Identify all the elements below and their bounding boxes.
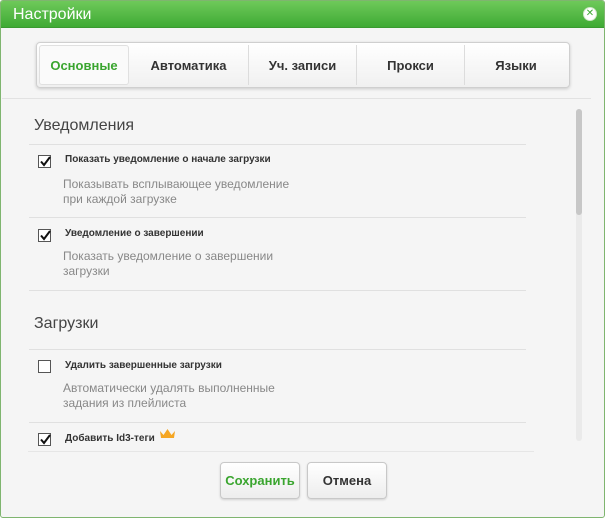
divider xyxy=(29,217,526,218)
window-title: Настройки xyxy=(13,6,92,23)
checkbox-notify-start[interactable] xyxy=(38,155,51,168)
tab-accounts[interactable]: Уч. записи xyxy=(249,45,357,85)
checkmark-icon xyxy=(40,156,51,167)
option-description: Показать уведомление о завершении загруз… xyxy=(63,249,274,278)
checkbox-remove-completed[interactable] xyxy=(38,360,51,373)
tab-bar: Основные Автоматика Уч. записи Прокси Яз… xyxy=(36,42,570,88)
option-label: Показать уведомление о начале загрузки xyxy=(65,154,271,165)
divider xyxy=(29,422,526,423)
close-button[interactable]: ✕ xyxy=(583,7,597,21)
title-bar[interactable]: Настройки ✕ xyxy=(1,1,604,28)
tab-general[interactable]: Основные xyxy=(39,45,129,85)
checkmark-icon xyxy=(40,230,51,241)
footer-divider xyxy=(28,451,534,452)
scrollbar-thumb[interactable] xyxy=(576,109,582,215)
divider xyxy=(29,144,526,145)
checkbox-notify-complete[interactable] xyxy=(38,229,51,242)
tab-proxy[interactable]: Прокси xyxy=(357,45,465,85)
checkbox-add-id3-tags[interactable] xyxy=(38,433,51,446)
tab-languages[interactable]: Языки xyxy=(465,45,567,85)
cancel-button[interactable]: Отмена xyxy=(307,462,387,499)
section-title-downloads: Загрузки xyxy=(34,315,99,332)
option-label: Удалить завершенные загрузки xyxy=(65,360,222,371)
save-button[interactable]: Сохранить xyxy=(220,462,300,499)
close-icon: ✕ xyxy=(585,8,595,19)
option-label: Добавить Id3-теги xyxy=(65,433,155,444)
settings-window: Настройки ✕ Основные Автоматика Уч. запи… xyxy=(0,0,605,518)
crown-icon xyxy=(160,429,175,438)
tab-automation[interactable]: Автоматика xyxy=(129,45,249,85)
option-description: Показывать всплывающее уведомление при к… xyxy=(63,177,290,206)
divider xyxy=(29,349,526,350)
section-title-notifications: Уведомления xyxy=(34,117,135,134)
option-description: Автоматически удалять выполненные задани… xyxy=(63,381,275,410)
option-label: Уведомление о завершении xyxy=(65,228,204,239)
checkmark-icon xyxy=(40,434,51,445)
divider xyxy=(29,290,526,291)
